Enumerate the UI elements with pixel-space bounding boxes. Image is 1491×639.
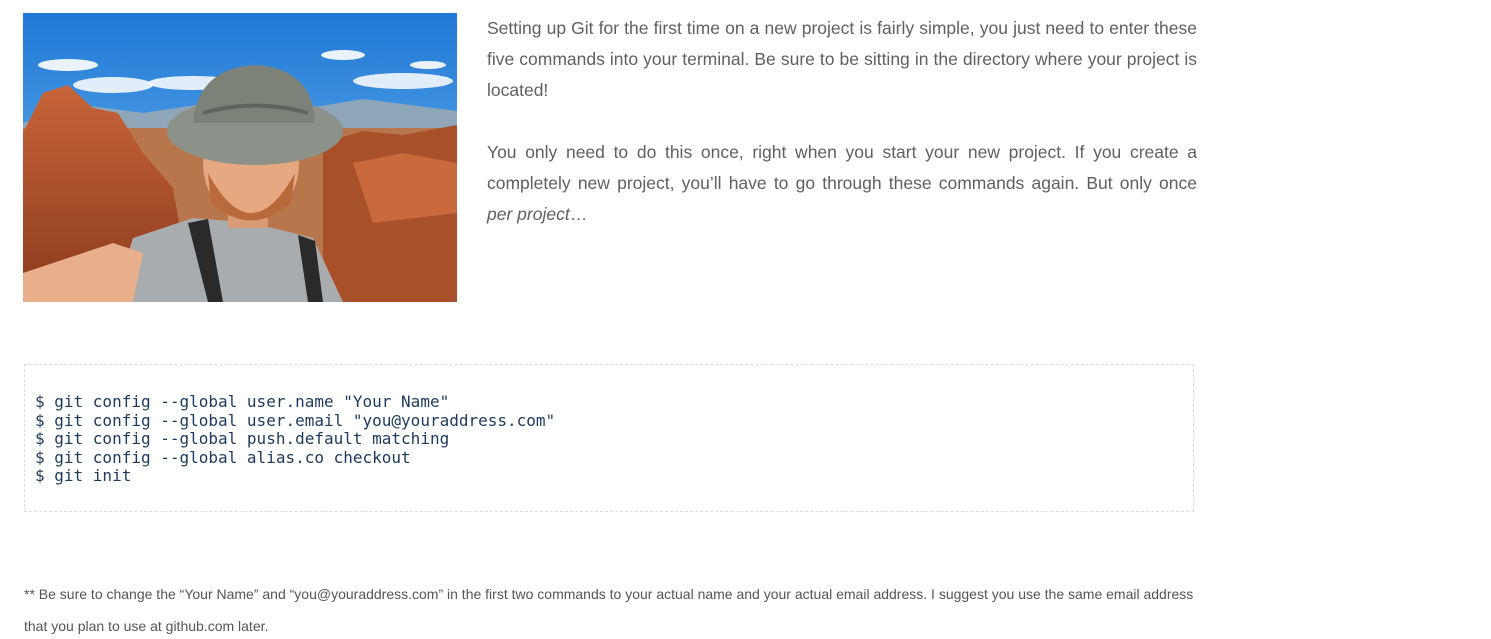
code-line: $ git init bbox=[35, 466, 132, 485]
code-block[interactable]: $ git config --global user.name "Your Na… bbox=[24, 364, 1194, 512]
intro-paragraph-2-start: You only need to do this once, right whe… bbox=[487, 142, 1197, 193]
intro-paragraph-2: You only need to do this once, right whe… bbox=[487, 137, 1197, 230]
footnote: ** Be sure to change the “Your Name” and… bbox=[24, 586, 1194, 634]
author-photo bbox=[23, 13, 457, 302]
intro-paragraph-1: Setting up Git for the first time on a n… bbox=[487, 18, 1197, 100]
intro-paragraph-2-end: … bbox=[569, 204, 588, 224]
intro-text: Setting up Git for the first time on a n… bbox=[487, 13, 1197, 230]
code-line: $ git config --global user.email "you@yo… bbox=[35, 410, 556, 430]
code-line: $ git config --global user.name "Your Na… bbox=[35, 392, 450, 411]
code-line: $ git config --global alias.co checkout bbox=[35, 447, 411, 467]
intro-paragraph-2-emphasis: per project bbox=[487, 204, 570, 224]
code-line: $ git config --global push.default match… bbox=[35, 429, 450, 448]
